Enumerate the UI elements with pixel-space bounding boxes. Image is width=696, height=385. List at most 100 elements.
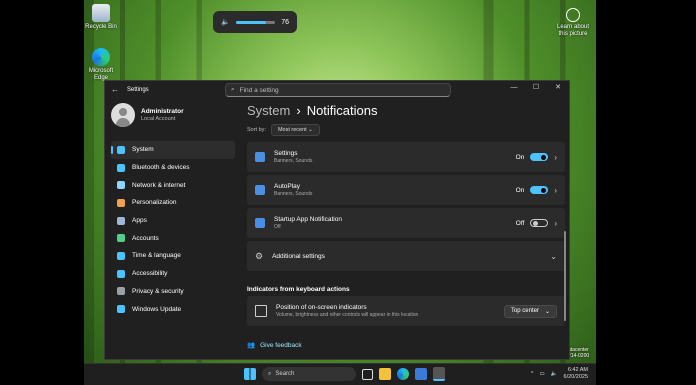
sidebar-item-label: Accounts	[132, 234, 159, 242]
breadcrumb: System › Notifications	[247, 103, 565, 118]
scrollbar[interactable]	[564, 231, 566, 321]
sidebar-item[interactable]: Accounts	[111, 229, 235, 247]
sidebar-item[interactable]: Windows Update	[111, 300, 235, 318]
back-arrow-icon[interactable]: ←	[111, 85, 119, 94]
clock[interactable]: 6:42 AM 6/20/2025	[564, 367, 588, 381]
give-feedback-link[interactable]: 👥 Give feedback	[247, 341, 302, 350]
minimize-button[interactable]: —	[503, 81, 525, 95]
toggle-state-label: On	[515, 153, 525, 161]
window-controls: — ☐ ✕	[503, 81, 569, 95]
apps-icon	[117, 216, 125, 225]
chevron-down-icon: ⌄	[308, 127, 313, 133]
sidebar-item-label: Apps	[132, 217, 147, 225]
taskbar-apps: ⌕ Search	[244, 367, 445, 381]
speaker-icon: 🔈	[221, 19, 230, 26]
recycle-bin-shortcut[interactable]: Recycle Bin	[84, 4, 118, 31]
edge-icon[interactable]	[397, 368, 409, 380]
toggle-state-label: Off	[515, 219, 525, 227]
task-view-icon[interactable]	[362, 368, 373, 380]
profile-subtitle: Local Account	[141, 116, 176, 122]
sidebar-item-label: Windows Update	[132, 305, 182, 313]
page-title: Notifications	[306, 103, 378, 118]
toggle-knob	[541, 187, 547, 193]
app-notification-list: Settings Banners, Sounds On › AutoPlay Banner…	[247, 142, 565, 238]
app-icon	[255, 218, 265, 228]
bluetooth-icon	[117, 163, 125, 172]
volume-slider-fill	[235, 20, 266, 24]
taskbar-search[interactable]: ⌕ Search	[262, 367, 356, 381]
chevron-right-icon: ›	[554, 152, 557, 162]
edge-icon	[92, 48, 110, 66]
chevron-right-icon: ›	[554, 185, 557, 195]
breadcrumb-separator: ›	[296, 103, 301, 118]
sidebar-item-label: Network & internet	[132, 181, 186, 189]
chevron-right-icon: ›	[554, 218, 557, 228]
sidebar-item[interactable]: System	[111, 141, 235, 159]
additional-settings-card[interactable]: ⚙ Additional settings ⌄	[247, 241, 565, 271]
app-subtitle: Banners, Sounds	[274, 191, 313, 197]
taskbar-search-label: Search	[275, 371, 295, 377]
toggle-state-label: On	[515, 186, 525, 194]
file-explorer-icon[interactable]	[379, 368, 391, 380]
sidebar-nav: System Bluetooth & devices Network & inter…	[111, 141, 235, 318]
brush-icon	[117, 198, 125, 207]
camera-icon	[566, 8, 580, 22]
sidebar-item-label: Privacy & security	[132, 287, 184, 295]
feedback-icon: 👥	[247, 342, 256, 349]
sidebar-item[interactable]: Network & internet	[111, 176, 235, 194]
volume-flyout: 🔈 76	[213, 11, 297, 33]
monitor-icon	[117, 145, 125, 154]
sidebar-item[interactable]: Personalization	[111, 194, 235, 212]
app-subtitle: Off	[274, 224, 281, 230]
notification-toggle[interactable]	[530, 153, 549, 161]
globe-icon	[117, 251, 125, 260]
title-bar: ← Settings ⌕ Find a setting — ☐ ✕	[105, 81, 569, 98]
desktop-watermark: atacenter 214-0200	[568, 347, 589, 359]
notification-toggle[interactable]	[530, 219, 549, 227]
app-notification-card[interactable]: Startup App Notification Off Off ›	[247, 208, 565, 238]
notification-toggle[interactable]	[530, 186, 549, 194]
sidebar-item[interactable]: Bluetooth & devices	[111, 159, 235, 177]
gear-icon: ⚙	[255, 250, 264, 261]
sidebar-item[interactable]: Time & language	[111, 247, 235, 265]
store-icon[interactable]	[415, 368, 427, 380]
start-icon[interactable]	[244, 368, 256, 380]
chevron-up-icon[interactable]: ^	[531, 371, 534, 377]
clock-time: 6:42 AM	[567, 367, 588, 373]
breadcrumb-parent[interactable]: System	[247, 103, 290, 118]
person-icon	[117, 234, 125, 243]
sidebar-item[interactable]: Privacy & security	[111, 283, 235, 301]
indicator-position-dropdown[interactable]: Top center ⌄	[503, 304, 557, 318]
settings-window: ← Settings ⌕ Find a setting — ☐ ✕ Admini…	[104, 80, 570, 360]
learn-about-picture-shortcut[interactable]: Learn about this picture	[555, 8, 591, 38]
maximize-button[interactable]: ☐	[525, 81, 547, 95]
settings-app-icon[interactable]	[433, 367, 445, 381]
sidebar-item[interactable]: Apps	[111, 212, 235, 230]
network-icon[interactable]: ▭	[539, 371, 544, 377]
search-input[interactable]: ⌕ Find a setting	[225, 83, 451, 97]
sidebar-item[interactable]: Accessibility	[111, 265, 235, 283]
edge-shortcut[interactable]: Microsoft Edge	[84, 48, 118, 82]
indicator-subtitle: Volume, brightness and other controls wi…	[276, 312, 419, 318]
indicator-title: Position of on-screen indicators	[276, 304, 367, 311]
volume-slider[interactable]	[235, 20, 276, 24]
chevron-down-icon: ⌄	[550, 251, 557, 261]
app-icon	[255, 152, 265, 162]
profile[interactable]: Administrator Local Account	[111, 103, 235, 127]
sort-dropdown[interactable]: Most recent ⌄	[270, 124, 320, 136]
chevron-down-icon: ⌄	[544, 308, 550, 315]
app-title: Settings	[274, 150, 298, 157]
close-button[interactable]: ✕	[547, 81, 569, 95]
main-content: System › Notifications Sort by: Most rec…	[247, 103, 565, 326]
volume-value: 76	[281, 18, 289, 26]
sort-value: Most recent	[277, 127, 307, 133]
sidebar-item-label: Bluetooth & devices	[132, 164, 190, 172]
sidebar-item-label: Personalization	[132, 199, 177, 207]
speaker-icon[interactable]: 🔈	[551, 371, 558, 377]
sort-row: Sort by: Most recent ⌄	[247, 124, 565, 136]
sidebar: Administrator Local Account System Blueto…	[111, 103, 235, 318]
indicator-position-card: Position of on-screen indicators Volume,…	[247, 296, 565, 326]
app-icon	[255, 185, 265, 195]
app-notification-card[interactable]: AutoPlay Banners, Sounds On ›	[247, 175, 565, 205]
app-notification-card[interactable]: Settings Banners, Sounds On ›	[247, 142, 565, 172]
